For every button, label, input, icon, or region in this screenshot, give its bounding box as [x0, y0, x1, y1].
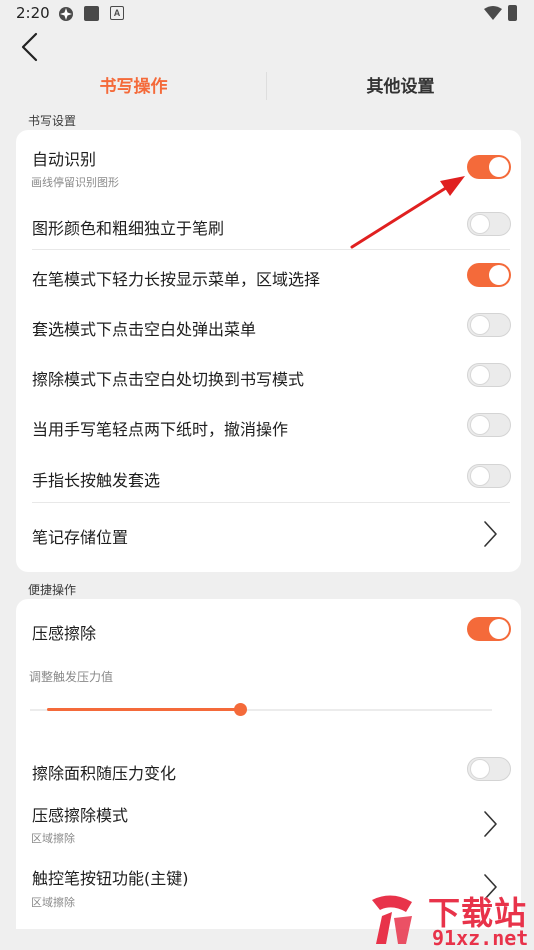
setting-label: 擦除模式下点击空白处切换到书写模式 [32, 370, 305, 389]
double-tap-undo-toggle[interactable] [467, 413, 511, 437]
setting-sublabel: 区域擦除 [31, 896, 75, 909]
status-time: 2:20 [16, 4, 50, 22]
back-arrow-icon[interactable] [16, 30, 44, 64]
setting-label: 触控笔按钮功能(主键) [32, 869, 189, 888]
setting-label: 压感擦除 [32, 624, 97, 643]
watermark: 下载站 91xz.net [358, 888, 534, 950]
app-notification-icon [59, 7, 73, 21]
finger-lasso-toggle[interactable] [467, 464, 511, 488]
app-square-icon [84, 6, 99, 21]
setting-label: 当用手写笔轻点两下纸时，撤消操作 [32, 420, 289, 439]
setting-label: 擦除面积随压力变化 [32, 764, 177, 783]
watermark-logo-icon [372, 895, 412, 944]
section-title-writing: 书写设置 [28, 114, 77, 128]
status-bar: 2:20 A [0, 0, 534, 28]
chevron-right-icon [484, 811, 497, 837]
setting-label: 图形颜色和粗细独立于笔刷 [32, 219, 225, 238]
setting-row-finger-lasso[interactable]: 手指长按触发套选 [16, 451, 521, 501]
setting-row-pressure-erase[interactable]: 压感擦除 [16, 599, 521, 659]
auto-recognize-toggle[interactable] [467, 155, 511, 179]
setting-sublabel: 区域擦除 [31, 832, 75, 845]
setting-sublabel: 画线停留识别图形 [31, 176, 119, 189]
setting-row-shape-color[interactable]: 图形颜色和粗细独立于笔刷 [16, 198, 521, 248]
setting-row-erase-mode[interactable]: 压感擦除模式 区域擦除 [16, 795, 521, 857]
tab-other-settings[interactable]: 其他设置 [267, 70, 534, 104]
setting-row-lasso-menu[interactable]: 套选模式下点击空白处弹出菜单 [16, 300, 521, 350]
shortcut-settings-card: 压感擦除 调整触发压力值 擦除面积随压力变化 压感擦除模式 区域擦除 触控笔按钮… [16, 599, 521, 929]
setting-label: 在笔模式下轻力长按显示菜单，区域选择 [32, 270, 321, 289]
tab-bar: 书写操作 其他设置 [0, 70, 534, 104]
chevron-right-icon [484, 521, 497, 547]
setting-label: 套选模式下点击空白处弹出菜单 [32, 320, 257, 339]
setting-label: 笔记存储位置 [32, 528, 129, 547]
setting-row-eraser-switch[interactable]: 擦除模式下点击空白处切换到书写模式 [16, 350, 521, 400]
pen-longpress-toggle[interactable] [467, 263, 511, 287]
setting-label: 压感擦除模式 [32, 806, 129, 825]
erase-area-toggle[interactable] [467, 757, 511, 781]
setting-row-storage-location[interactable]: 笔记存储位置 [16, 503, 521, 567]
setting-row-double-tap-undo[interactable]: 当用手写笔轻点两下纸时，撤消操作 [16, 400, 521, 451]
pressure-threshold-label: 调整触发压力值 [29, 670, 114, 684]
writing-settings-card: 自动识别 画线停留识别图形 图形颜色和粗细独立于笔刷 在笔模式下轻力长按显示菜单… [16, 130, 521, 572]
setting-row-pen-longpress[interactable]: 在笔模式下轻力长按显示菜单，区域选择 [16, 250, 521, 300]
lasso-menu-toggle[interactable] [467, 313, 511, 337]
watermark-text-url: 91xz.net [432, 926, 529, 950]
section-title-shortcut: 便捷操作 [28, 583, 77, 597]
eraser-switch-toggle[interactable] [467, 363, 511, 387]
slider-fill [47, 708, 240, 711]
app-a-icon: A [110, 6, 124, 20]
slider-thumb[interactable] [233, 703, 247, 716]
shape-color-toggle[interactable] [467, 212, 511, 236]
setting-row-auto-recognize[interactable]: 自动识别 画线停留识别图形 [16, 130, 521, 198]
pressure-threshold-slider[interactable] [30, 700, 492, 720]
battery-icon [508, 5, 517, 21]
setting-label: 自动识别 [32, 150, 97, 169]
setting-label: 手指长按触发套选 [32, 471, 161, 490]
wifi-icon [484, 6, 502, 20]
tab-writing-operations[interactable]: 书写操作 [0, 70, 267, 104]
pressure-erase-toggle[interactable] [467, 617, 511, 641]
setting-row-erase-area[interactable]: 擦除面积随压力变化 [16, 747, 521, 795]
